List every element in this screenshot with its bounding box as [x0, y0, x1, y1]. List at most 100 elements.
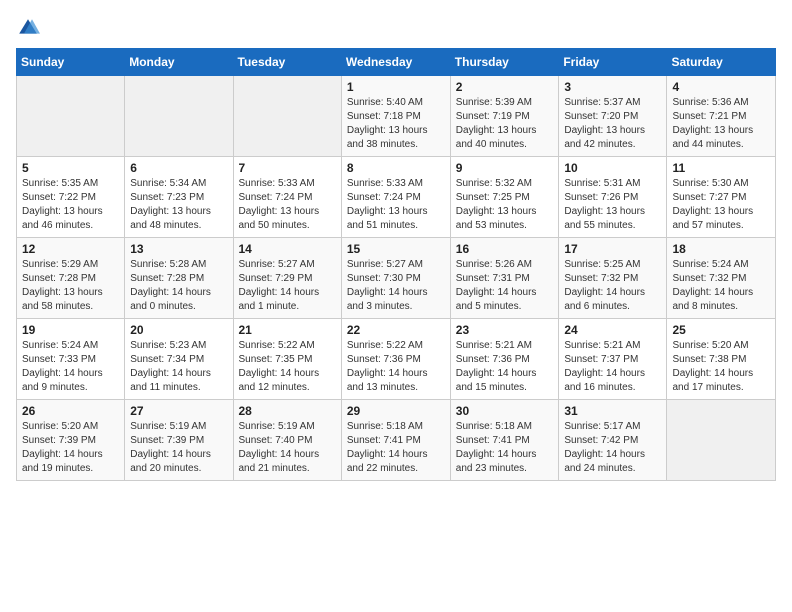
day-number: 28: [239, 404, 336, 418]
day-info: Sunrise: 5:24 AMSunset: 7:33 PMDaylight:…: [22, 339, 119, 395]
day-number: 10: [564, 161, 661, 175]
day-info: Sunrise: 5:39 AMSunset: 7:19 PMDaylight:…: [456, 96, 554, 152]
day-info: Sunrise: 5:36 AMSunset: 7:21 PMDaylight:…: [672, 96, 770, 152]
day-number: 4: [672, 80, 770, 94]
calendar-cell: 23 Sunrise: 5:21 AMSunset: 7:36 PMDayligh…: [450, 319, 559, 400]
calendar-body: 1 Sunrise: 5:40 AMSunset: 7:18 PMDaylight…: [17, 76, 776, 481]
calendar-cell: [233, 76, 341, 157]
calendar-cell: [667, 400, 776, 481]
calendar-cell: 11 Sunrise: 5:30 AMSunset: 7:27 PMDayligh…: [667, 157, 776, 238]
calendar: SundayMondayTuesdayWednesdayThursdayFrid…: [16, 48, 776, 481]
logo: [16, 16, 44, 40]
day-info: Sunrise: 5:28 AMSunset: 7:28 PMDaylight:…: [130, 258, 227, 314]
calendar-cell: 18 Sunrise: 5:24 AMSunset: 7:32 PMDayligh…: [667, 238, 776, 319]
calendar-cell: 29Sunrise: 5:18 AMSunset: 7:41 PMDayligh…: [341, 400, 450, 481]
day-info: Sunrise: 5:22 AMSunset: 7:35 PMDaylight:…: [239, 339, 336, 395]
weekday-header-tuesday: Tuesday: [233, 49, 341, 76]
calendar-cell: 26 Sunrise: 5:20 AMSunset: 7:39 PMDayligh…: [17, 400, 125, 481]
day-info: Sunrise: 5:26 AMSunset: 7:31 PMDaylight:…: [456, 258, 554, 314]
calendar-cell: 4 Sunrise: 5:36 AMSunset: 7:21 PMDaylight…: [667, 76, 776, 157]
calendar-cell: 2Sunrise: 5:39 AMSunset: 7:19 PMDaylight…: [450, 76, 559, 157]
week-row-1: 1 Sunrise: 5:40 AMSunset: 7:18 PMDaylight…: [17, 76, 776, 157]
day-number: 29: [347, 404, 445, 418]
day-number: 31: [564, 404, 661, 418]
day-info: Sunrise: 5:25 AMSunset: 7:32 PMDaylight:…: [564, 258, 661, 314]
calendar-cell: 28 Sunrise: 5:19 AMSunset: 7:40 PMDayligh…: [233, 400, 341, 481]
calendar-cell: 12Sunrise: 5:29 AMSunset: 7:28 PMDayligh…: [17, 238, 125, 319]
day-info: Sunrise: 5:32 AMSunset: 7:25 PMDaylight:…: [456, 177, 554, 233]
day-number: 19: [22, 323, 119, 337]
page-header: [16, 16, 776, 40]
day-info: Sunrise: 5:33 AMSunset: 7:24 PMDaylight:…: [239, 177, 336, 233]
day-info: Sunrise: 5:27 AMSunset: 7:29 PMDaylight:…: [239, 258, 336, 314]
day-number: 5: [22, 161, 119, 175]
logo-icon: [16, 16, 40, 40]
day-number: 11: [672, 161, 770, 175]
calendar-cell: 22Sunrise: 5:22 AMSunset: 7:36 PMDayligh…: [341, 319, 450, 400]
day-info: Sunrise: 5:18 AMSunset: 7:41 PMDaylight:…: [456, 420, 554, 476]
day-info: Sunrise: 5:17 AMSunset: 7:42 PMDaylight:…: [564, 420, 661, 476]
day-info: Sunrise: 5:22 AMSunset: 7:36 PMDaylight:…: [347, 339, 445, 395]
day-number: 16: [456, 242, 554, 256]
weekday-header-monday: Monday: [125, 49, 233, 76]
day-info: Sunrise: 5:19 AMSunset: 7:40 PMDaylight:…: [239, 420, 336, 476]
day-number: 3: [564, 80, 661, 94]
weekday-header-thursday: Thursday: [450, 49, 559, 76]
calendar-cell: 15Sunrise: 5:27 AMSunset: 7:30 PMDayligh…: [341, 238, 450, 319]
day-info: Sunrise: 5:34 AMSunset: 7:23 PMDaylight:…: [130, 177, 227, 233]
day-number: 23: [456, 323, 554, 337]
day-number: 1: [347, 80, 445, 94]
day-info: Sunrise: 5:33 AMSunset: 7:24 PMDaylight:…: [347, 177, 445, 233]
calendar-cell: 8 Sunrise: 5:33 AMSunset: 7:24 PMDaylight…: [341, 157, 450, 238]
calendar-cell: 30 Sunrise: 5:18 AMSunset: 7:41 PMDayligh…: [450, 400, 559, 481]
week-row-2: 5 Sunrise: 5:35 AMSunset: 7:22 PMDaylight…: [17, 157, 776, 238]
calendar-cell: 13 Sunrise: 5:28 AMSunset: 7:28 PMDayligh…: [125, 238, 233, 319]
day-number: 9: [456, 161, 554, 175]
day-number: 6: [130, 161, 227, 175]
day-number: 26: [22, 404, 119, 418]
day-info: Sunrise: 5:27 AMSunset: 7:30 PMDaylight:…: [347, 258, 445, 314]
day-info: Sunrise: 5:24 AMSunset: 7:32 PMDaylight:…: [672, 258, 770, 314]
day-info: Sunrise: 5:31 AMSunset: 7:26 PMDaylight:…: [564, 177, 661, 233]
calendar-cell: [125, 76, 233, 157]
day-number: 30: [456, 404, 554, 418]
day-number: 20: [130, 323, 227, 337]
calendar-cell: 10 Sunrise: 5:31 AMSunset: 7:26 PMDayligh…: [559, 157, 667, 238]
day-number: 18: [672, 242, 770, 256]
week-row-5: 26 Sunrise: 5:20 AMSunset: 7:39 PMDayligh…: [17, 400, 776, 481]
calendar-cell: 24Sunrise: 5:21 AMSunset: 7:37 PMDayligh…: [559, 319, 667, 400]
calendar-cell: 17 Sunrise: 5:25 AMSunset: 7:32 PMDayligh…: [559, 238, 667, 319]
day-info: Sunrise: 5:19 AMSunset: 7:39 PMDaylight:…: [130, 420, 227, 476]
calendar-cell: 20 Sunrise: 5:23 AMSunset: 7:34 PMDayligh…: [125, 319, 233, 400]
day-number: 13: [130, 242, 227, 256]
calendar-cell: 25 Sunrise: 5:20 AMSunset: 7:38 PMDayligh…: [667, 319, 776, 400]
calendar-cell: 27 Sunrise: 5:19 AMSunset: 7:39 PMDayligh…: [125, 400, 233, 481]
day-number: 12: [22, 242, 119, 256]
day-number: 27: [130, 404, 227, 418]
day-number: 25: [672, 323, 770, 337]
calendar-cell: 3 Sunrise: 5:37 AMSunset: 7:20 PMDaylight…: [559, 76, 667, 157]
weekday-header-saturday: Saturday: [667, 49, 776, 76]
calendar-cell: 14Sunrise: 5:27 AMSunset: 7:29 PMDayligh…: [233, 238, 341, 319]
day-info: Sunrise: 5:30 AMSunset: 7:27 PMDaylight:…: [672, 177, 770, 233]
day-number: 24: [564, 323, 661, 337]
weekday-header-sunday: Sunday: [17, 49, 125, 76]
day-number: 8: [347, 161, 445, 175]
day-info: Sunrise: 5:40 AMSunset: 7:18 PMDaylight:…: [347, 96, 445, 152]
day-info: Sunrise: 5:37 AMSunset: 7:20 PMDaylight:…: [564, 96, 661, 152]
day-info: Sunrise: 5:23 AMSunset: 7:34 PMDaylight:…: [130, 339, 227, 395]
day-number: 7: [239, 161, 336, 175]
day-info: Sunrise: 5:20 AMSunset: 7:38 PMDaylight:…: [672, 339, 770, 395]
day-number: 17: [564, 242, 661, 256]
day-info: Sunrise: 5:20 AMSunset: 7:39 PMDaylight:…: [22, 420, 119, 476]
weekday-header-row: SundayMondayTuesdayWednesdayThursdayFrid…: [17, 49, 776, 76]
day-info: Sunrise: 5:35 AMSunset: 7:22 PMDaylight:…: [22, 177, 119, 233]
calendar-cell: [17, 76, 125, 157]
weekday-header-wednesday: Wednesday: [341, 49, 450, 76]
day-info: Sunrise: 5:21 AMSunset: 7:36 PMDaylight:…: [456, 339, 554, 395]
calendar-cell: 9 Sunrise: 5:32 AMSunset: 7:25 PMDaylight…: [450, 157, 559, 238]
calendar-cell: 7 Sunrise: 5:33 AMSunset: 7:24 PMDaylight…: [233, 157, 341, 238]
calendar-cell: 21Sunrise: 5:22 AMSunset: 7:35 PMDayligh…: [233, 319, 341, 400]
week-row-3: 12Sunrise: 5:29 AMSunset: 7:28 PMDayligh…: [17, 238, 776, 319]
calendar-cell: 19 Sunrise: 5:24 AMSunset: 7:33 PMDayligh…: [17, 319, 125, 400]
